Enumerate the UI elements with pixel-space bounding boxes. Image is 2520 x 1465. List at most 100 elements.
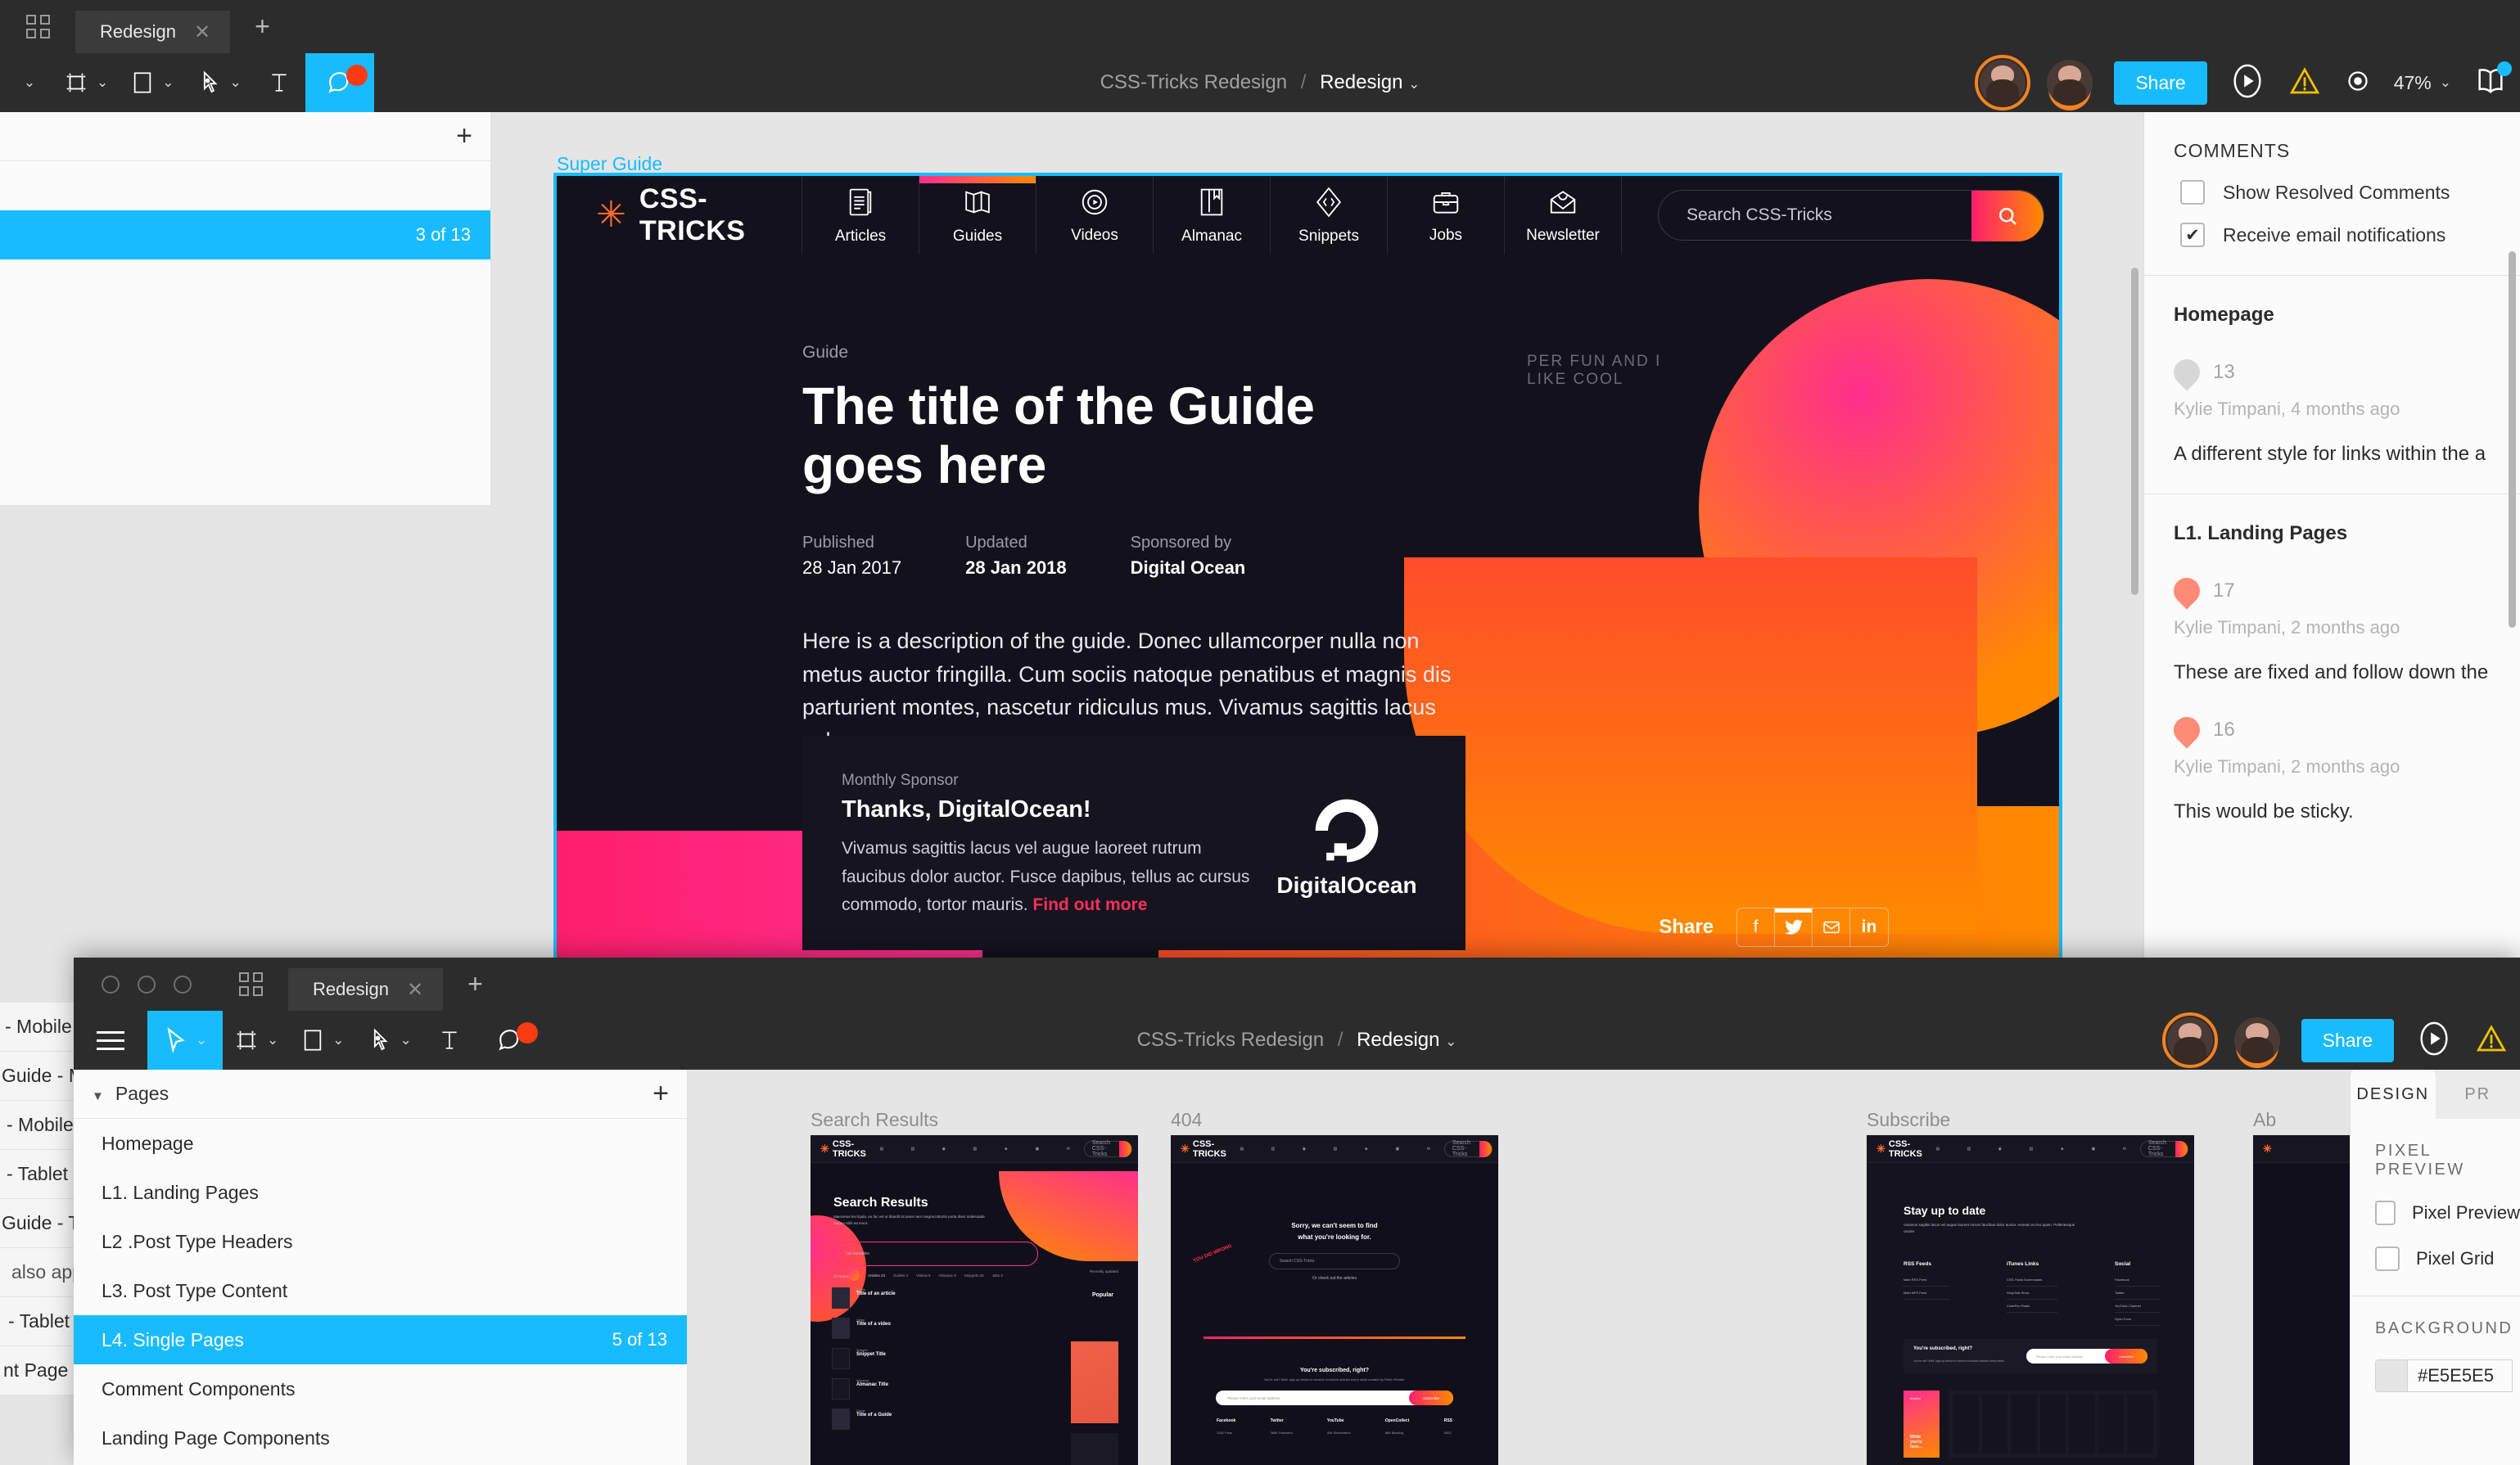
column-item[interactable]: Open Form: [2115, 1313, 2161, 1326]
checkbox-pixel-grid[interactable]: [2375, 1246, 2400, 1271]
sidebar-item-0[interactable]: Pages: [0, 161, 490, 210]
window-controls[interactable]: [74, 958, 213, 1011]
front-canvas[interactable]: Search Results ✳ CSS-TRICKS ▤ ▥ ◉ ▧ ◈ ▣ ✉…: [688, 1070, 2350, 1465]
column-item[interactable]: Main MP3 Feed: [1904, 1287, 1949, 1300]
share-button[interactable]: Share: [2301, 1018, 2394, 1062]
frame-search-results[interactable]: ✳ CSS-TRICKS ▤ ▥ ◉ ▧ ◈ ▣ ✉ Search CSS-Tri…: [811, 1135, 1138, 1465]
option-email-notifications[interactable]: ✔ Receive email notifications: [2144, 205, 2520, 247]
search-input[interactable]: Search CSS-Tricks: [1658, 190, 2044, 241]
css-tricks-frame[interactable]: ✳ CSS-TRICKS Articles Guides Videos Alma…: [553, 173, 2062, 998]
thumb-search-field[interactable]: css variables: [833, 1242, 1038, 1266]
column-item[interactable]: ShopTalk Show: [2007, 1287, 2057, 1300]
sponsor-card[interactable]: Monthly Sponsor Thanks, DigitalOcean! Vi…: [802, 736, 1465, 950]
behind-item-1[interactable]: Guide - Mo: [0, 1052, 95, 1101]
column-item[interactable]: CodePen Radio: [2007, 1300, 2057, 1313]
checkbox-pixel-preview[interactable]: [2375, 1201, 2396, 1225]
maximize-dot[interactable]: [174, 975, 192, 994]
nav-item-snippets[interactable]: Snippets: [1271, 176, 1388, 255]
present-button[interactable]: [2229, 62, 2266, 104]
subscribe-button[interactable]: Subscribe: [1409, 1391, 1453, 1405]
sidebar-item-l1-landing-pages[interactable]: L1. Landing Pages: [74, 1168, 687, 1217]
behind-item-7[interactable]: nt Page: [0, 1346, 74, 1395]
pen-tool[interactable]: ⌄: [186, 53, 253, 112]
nav-item-jobs[interactable]: Jobs: [1388, 176, 1505, 255]
sidebar-item-4[interactable]: Components: [0, 358, 490, 407]
sidebar-item-l3-post-type-content[interactable]: L3. Post Type Content: [74, 1266, 687, 1315]
share-button[interactable]: Share: [2114, 61, 2207, 105]
avatar-current-user[interactable]: [2161, 1012, 2218, 1068]
podcast-card[interactable]: [2098, 1395, 2125, 1454]
close-dot[interactable]: [102, 975, 120, 994]
podcast-card[interactable]: [2069, 1395, 2095, 1454]
newsletter-field[interactable]: Please enter your email address Subscrib…: [2026, 1349, 2147, 1364]
thumb-search[interactable]: Search CSS-Tricks: [1083, 1140, 1133, 1157]
main-menu-button[interactable]: [74, 1011, 147, 1070]
add-page-button[interactable]: +: [456, 120, 472, 152]
zoom-control[interactable]: 47% ⌄: [2394, 72, 2451, 94]
option-pixel-grid[interactable]: Pixel Grid: [2375, 1246, 2520, 1271]
pen-tool[interactable]: ⌄: [356, 1011, 423, 1070]
sidebar-item-5[interactable]: ge Components: [0, 407, 490, 456]
list-item[interactable]: Almanac Almanac Title: [832, 1378, 896, 1400]
new-tab-button[interactable]: +: [230, 11, 295, 53]
nav-item-guides[interactable]: Guides: [919, 176, 1036, 255]
frame-label-about[interactable]: Ab: [2253, 1109, 2276, 1131]
library-icon[interactable]: [2473, 61, 2512, 101]
warning-icon[interactable]: [2474, 1021, 2509, 1060]
podcast-card[interactable]: [2127, 1395, 2154, 1454]
option-show-resolved[interactable]: Show Resolved Comments: [2144, 162, 2520, 205]
sidebar-item-2[interactable]: pe Content: [0, 259, 490, 309]
checkbox-show-resolved[interactable]: [2180, 180, 2205, 205]
pages-header[interactable]: ▼ Pages +: [74, 1070, 687, 1119]
comment-thread[interactable]: 16 Kylie Timpani, 2 months ago This woul…: [2168, 711, 2491, 823]
column-item[interactable]: Twitter: [2115, 1287, 2161, 1300]
podcast-card[interactable]: [1953, 1395, 1979, 1454]
list-item[interactable]: Guide Title of a Guide: [832, 1409, 896, 1430]
new-tab-button[interactable]: +: [443, 969, 508, 1011]
share-linkedin[interactable]: in: [1850, 908, 1888, 946]
frame-404[interactable]: ✳ CSS-TRICKS ▤ ▥ ◉ ▧ ◈ ▣ ✉ Search CSS-Tri…: [1171, 1135, 1498, 1465]
promo-card[interactable]: whatcha While you're here...: [1904, 1391, 1940, 1458]
search-button[interactable]: [1971, 191, 2044, 241]
present-button[interactable]: [2415, 1020, 2453, 1062]
close-icon[interactable]: ✕: [194, 20, 210, 44]
comments-scrollbar[interactable]: [2509, 251, 2516, 628]
sidebar-item-homepage[interactable]: Homepage: [74, 1119, 687, 1168]
sidebar-item-l4-single-pages[interactable]: L4. Single Pages 5 of 13: [74, 1315, 687, 1364]
error-link-line[interactable]: Or check out the articles: [1171, 1276, 1498, 1281]
newsletter-field[interactable]: Please enter your email address Subscrib…: [1216, 1391, 1453, 1405]
thumb-search[interactable]: Search CSS-Tricks: [2139, 1140, 2189, 1157]
shape-tool[interactable]: ⌄: [120, 53, 185, 112]
figma-menu-button[interactable]: [0, 0, 75, 53]
text-tool[interactable]: [423, 1011, 476, 1070]
color-swatch[interactable]: [2375, 1359, 2408, 1392]
frame-label-404[interactable]: 404: [1171, 1109, 1202, 1131]
promo-card[interactable]: [1071, 1341, 1118, 1423]
tab-redesign[interactable]: Redesign ✕: [75, 11, 231, 53]
sidebar-item-1[interactable]: pe Headers 3 of 13: [0, 210, 490, 259]
podcast-card[interactable]: [1981, 1395, 2008, 1454]
warning-icon[interactable]: [2287, 64, 2322, 102]
figma-menu-button[interactable]: [213, 958, 288, 1011]
podcast-card[interactable]: [2011, 1395, 2037, 1454]
shape-tool[interactable]: ⌄: [290, 1011, 355, 1070]
frame-about[interactable]: ✳: [2253, 1135, 2350, 1465]
thumb-sort[interactable]: Recently updated: [1090, 1269, 1118, 1273]
sidebar-item-3[interactable]: Pages: [0, 309, 490, 358]
checkbox-email-notifications[interactable]: ✔: [2180, 223, 2205, 247]
share-twitter[interactable]: [1775, 908, 1813, 946]
podcast-card[interactable]: [2039, 1395, 2066, 1454]
background-color-field[interactable]: #E5E5E5: [2375, 1359, 2520, 1392]
add-page-button[interactable]: +: [653, 1078, 669, 1110]
tab-redesign[interactable]: Redesign ✕: [288, 968, 444, 1011]
sidebar-item-6[interactable]: rary / Components: [0, 456, 490, 505]
comment-tool[interactable]: [476, 1011, 544, 1070]
tab-design[interactable]: DESIGN: [2351, 1070, 2436, 1119]
frame-tool[interactable]: ⌄: [52, 53, 120, 112]
site-logo[interactable]: ✳ CSS-TRICKS: [557, 176, 802, 255]
avatar-collaborator[interactable]: [2233, 1017, 2280, 1063]
list-item[interactable]: Article Title of an article: [832, 1287, 896, 1309]
column-item[interactable]: Facebook: [2115, 1273, 2161, 1287]
sidebar-item-landing-page-components[interactable]: Landing Page Components: [74, 1413, 687, 1463]
nav-item-newsletter[interactable]: Newsletter: [1505, 176, 1622, 255]
